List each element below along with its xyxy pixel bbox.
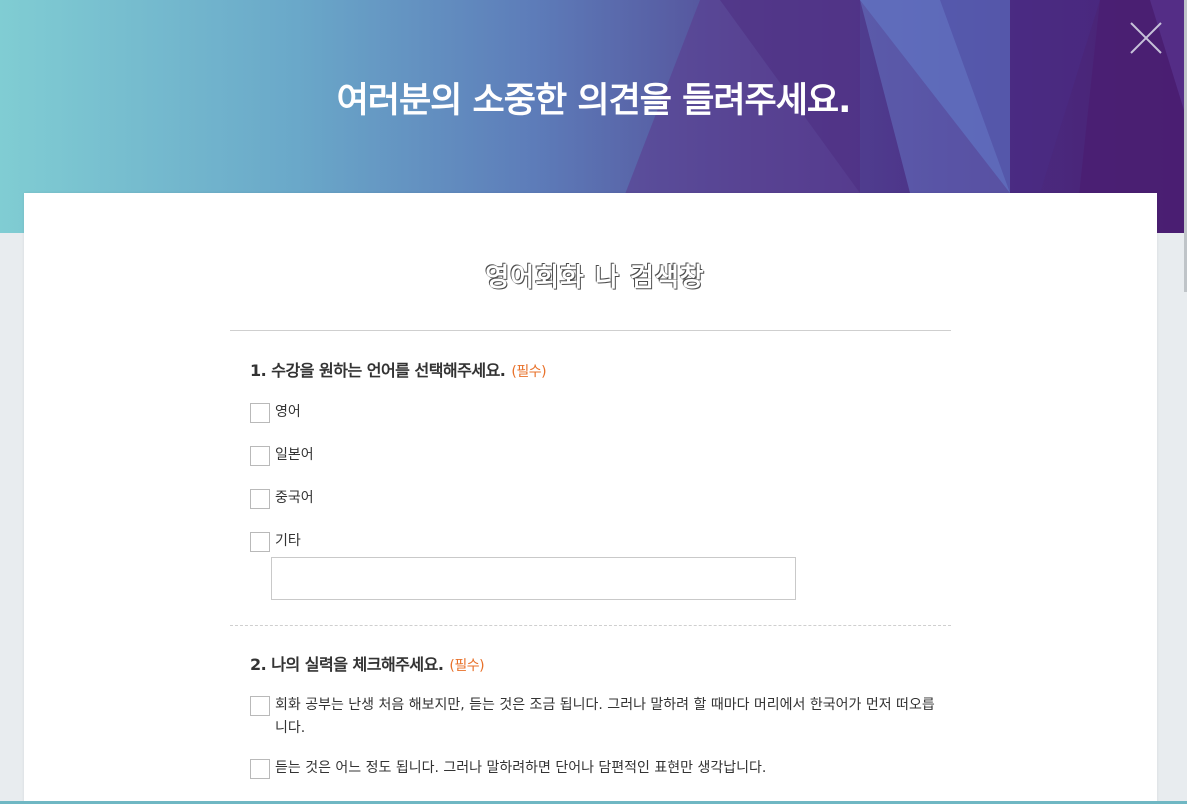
option-label: 일본어 <box>275 447 314 463</box>
etc-text-input[interactable] <box>271 557 796 600</box>
option-label: 듣는 것은 어느 정도 됩니다. 그러나 말하려하면 단어나 담편적인 표현만 … <box>275 760 767 776</box>
checkbox[interactable] <box>250 696 270 716</box>
brand-logo: 영어회화 나 검색창 <box>485 262 705 293</box>
option-label: 영어 <box>275 404 301 420</box>
option-japanese[interactable]: 일본어 <box>250 446 314 467</box>
page-title: 여러분의 소중한 의견을 들려주세요. <box>336 81 852 121</box>
checkbox[interactable] <box>250 759 270 779</box>
option-level-2[interactable]: 듣는 것은 어느 정도 됩니다. 그러나 말하려하면 단어나 담편적인 표현만 … <box>250 759 935 780</box>
option-etc[interactable]: 기타 <box>250 532 301 553</box>
survey-form: 영어회화 나 검색창 1. 수강을 원하는 언어를 선택해주세요. (필수) 영어… <box>24 193 1157 804</box>
question-1-title: 1. 수강을 원하는 언어를 선택해주세요. (필수) <box>250 357 547 381</box>
option-label: 기타 <box>275 533 301 549</box>
divider <box>230 330 951 331</box>
divider <box>230 625 951 626</box>
close-icon <box>1130 22 1162 54</box>
option-level-1[interactable]: 회화 공부는 난생 처음 해보지만, 듣는 것은 조금 됩니다. 그러나 말하려… <box>250 696 935 740</box>
option-chinese[interactable]: 중국어 <box>250 489 314 510</box>
option-label: 회화 공부는 난생 처음 해보지만, 듣는 것은 조금 됩니다. 그러나 말하려… <box>275 697 935 736</box>
checkbox[interactable] <box>250 489 270 509</box>
close-button[interactable] <box>1128 20 1164 56</box>
option-english[interactable]: 영어 <box>250 403 301 424</box>
question-2-text: 2. 나의 실력을 체크해주세요. <box>250 655 444 674</box>
required-badge: (필수) <box>449 658 485 674</box>
checkbox[interactable] <box>250 532 270 552</box>
question-2-title: 2. 나의 실력을 체크해주세요. (필수) <box>250 651 485 675</box>
checkbox[interactable] <box>250 446 270 466</box>
checkbox[interactable] <box>250 403 270 423</box>
question-1-text: 1. 수강을 원하는 언어를 선택해주세요. <box>250 361 506 380</box>
option-label: 중국어 <box>275 490 314 506</box>
required-badge: (필수) <box>511 364 547 380</box>
